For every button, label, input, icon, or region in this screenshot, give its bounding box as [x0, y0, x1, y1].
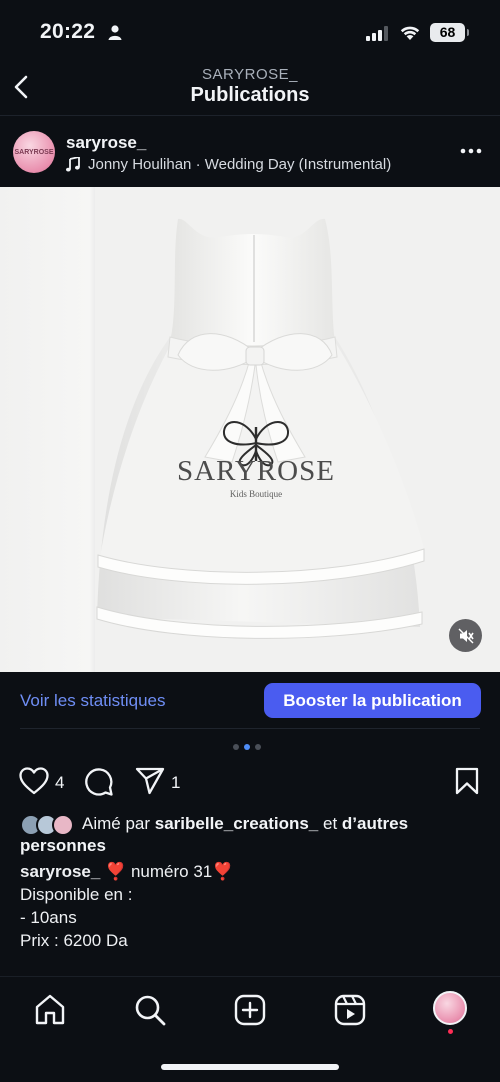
wifi-icon [400, 26, 420, 40]
caption-first-line: saryrose_ ❣️ numéro 31❣️ [20, 860, 480, 883]
shares-count[interactable]: 1 [171, 773, 180, 793]
heart-icon[interactable] [19, 767, 49, 795]
insights-strip: Voir les statistiques Booster la publica… [0, 672, 500, 728]
music-note-icon [66, 157, 80, 172]
share-icon[interactable] [135, 767, 165, 795]
liked-by-text: Aimé par saribelle_creations_ et d’autre… [20, 813, 480, 857]
carousel-dot [233, 744, 239, 750]
mute-toggle[interactable] [449, 619, 482, 652]
caption-text: ❣️ numéro 31❣️ [100, 862, 234, 881]
caption-username[interactable]: saryrose_ [20, 862, 100, 881]
create-post-icon[interactable] [233, 993, 267, 1027]
avatar-logo-text: SARYROSE [14, 148, 54, 156]
post-media[interactable]: SARYROSE Kids Boutique [0, 187, 500, 672]
post-avatar[interactable]: SARYROSE [13, 131, 55, 173]
post-username[interactable]: saryrose_ [66, 133, 146, 153]
carousel-dot [255, 744, 261, 750]
carousel-dot-active [244, 744, 250, 750]
nav-header: SARYROSE_ Publications [0, 60, 500, 116]
liked-by-connector: et [322, 814, 338, 833]
cellular-signal-icon [366, 26, 388, 41]
liker-username[interactable]: saribelle_creations_ [155, 814, 318, 833]
notification-dot [448, 1029, 453, 1034]
liked-by[interactable]: Aimé par saribelle_creations_ et d’autre… [20, 813, 480, 857]
liker-avatars [20, 814, 80, 836]
dress-illustration: SARYROSE Kids Boutique [95, 187, 500, 672]
reels-icon[interactable] [333, 993, 367, 1027]
watermark-tagline: Kids Boutique [230, 489, 282, 499]
status-bar: 20:22 68 [0, 0, 500, 60]
person-icon [108, 25, 122, 40]
comment-icon[interactable] [84, 767, 114, 797]
account-name: SARYROSE_ [202, 66, 298, 83]
caption-line: - 10ans [20, 908, 77, 927]
profile-tab-avatar[interactable] [433, 991, 467, 1025]
watermark-brand: SARYROSE [177, 455, 335, 487]
audio-attribution[interactable]: Jonny Houlihan · Wedding Day (Instrument… [66, 156, 391, 173]
caption-line: Prix : 6200 Da [20, 931, 128, 950]
battery-indicator: 68 [430, 23, 469, 42]
status-time: 20:22 [40, 20, 96, 43]
divider [20, 728, 480, 729]
carousel-indicator [233, 744, 261, 750]
post-actions: 4 1 [0, 765, 500, 801]
home-indicator[interactable] [161, 1064, 339, 1070]
more-options-icon[interactable] [460, 141, 482, 161]
search-icon[interactable] [133, 993, 167, 1027]
likes-count[interactable]: 4 [55, 773, 64, 793]
bookmark-icon[interactable] [455, 767, 479, 795]
post-header: SARYROSE saryrose_ Jonny Houlihan · Wedd… [0, 117, 500, 187]
view-insights-link[interactable]: Voir les statistiques [20, 691, 166, 711]
speaker-muted-icon [458, 628, 474, 643]
home-icon[interactable] [33, 993, 67, 1027]
liked-by-prefix: Aimé par [82, 814, 151, 833]
post-caption: saryrose_ ❣️ numéro 31❣️ Disponible en :… [20, 860, 480, 952]
page-title: Publications [190, 84, 310, 106]
liker-avatar [52, 814, 74, 836]
boost-post-button[interactable]: Booster la publication [264, 683, 481, 718]
caption-line: Disponible en : [20, 885, 133, 904]
audio-track-text: Jonny Houlihan · Wedding Day (Instrument… [88, 156, 392, 173]
